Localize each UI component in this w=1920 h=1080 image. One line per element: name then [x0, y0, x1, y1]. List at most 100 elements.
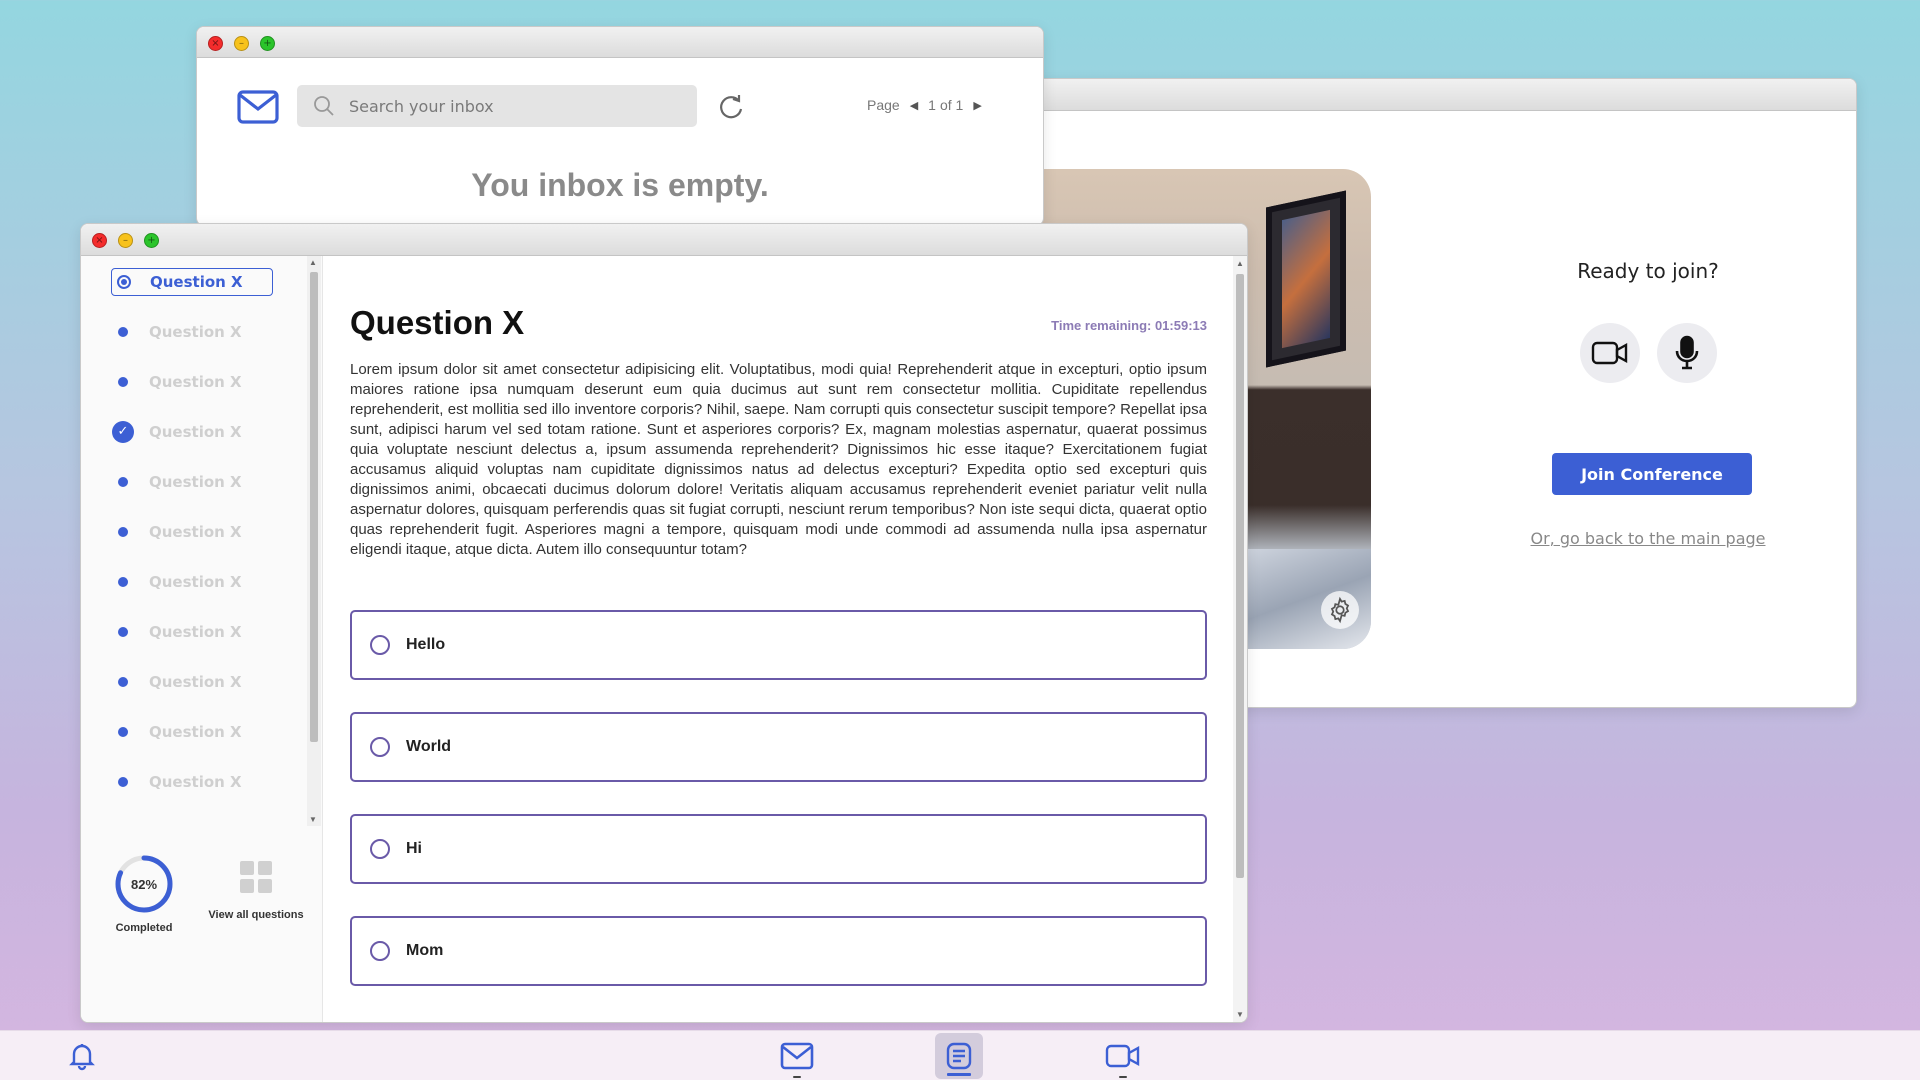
page-label: Page — [867, 97, 900, 113]
sidebar-scrollbar[interactable]: ▲ ▼ — [307, 256, 321, 826]
close-button[interactable]: × — [92, 233, 107, 248]
pending-dot-icon — [111, 377, 135, 387]
question-nav-item[interactable]: ✓ Question X — [111, 418, 281, 446]
current-question-icon — [112, 275, 136, 289]
gear-icon — [1330, 596, 1350, 624]
question-nav-label: Question X — [149, 473, 242, 491]
empty-inbox-message: You inbox is empty. — [471, 167, 769, 203]
radio-button[interactable] — [370, 941, 390, 961]
prev-page-button[interactable]: ◀ — [910, 99, 918, 112]
video-camera-icon — [1591, 341, 1627, 365]
answer-option[interactable]: World — [350, 712, 1207, 782]
question-nav-label: Question X — [149, 523, 242, 541]
answer-option[interactable]: Mom — [350, 916, 1207, 986]
pending-dot-icon — [111, 527, 135, 537]
inbox-search[interactable] — [297, 85, 697, 127]
pending-dot-icon — [111, 327, 135, 337]
email-window: × – + Page ◀ 1 of 1 ▶ You — [196, 26, 1044, 226]
conference-titlebar[interactable] — [1006, 79, 1856, 111]
search-icon — [314, 96, 334, 116]
question-nav-label: Question X — [149, 373, 242, 391]
maximize-button[interactable]: + — [260, 36, 275, 51]
question-text: Lorem ipsum dolor sit amet consectetur a… — [350, 361, 1207, 558]
question-nav-item[interactable]: Question X — [111, 468, 281, 496]
envelope-icon — [237, 90, 279, 124]
radio-button[interactable] — [370, 737, 390, 757]
question-nav-label: Question X — [149, 623, 242, 641]
video-icon — [1105, 1044, 1140, 1068]
pending-dot-icon — [111, 727, 135, 737]
taskbar-mail[interactable] — [773, 1031, 821, 1080]
bell-icon — [69, 1044, 95, 1071]
question-sidebar: Question X Question X Question X ✓ Question … — [81, 256, 323, 1022]
answer-option-label: Mom — [406, 942, 444, 959]
minimize-button[interactable]: – — [234, 36, 249, 51]
question-nav-item[interactable]: Question X — [111, 568, 281, 596]
maximize-button[interactable]: + — [144, 233, 159, 248]
answer-option[interactable]: Hi — [350, 814, 1207, 884]
camera-settings-button[interactable] — [1321, 591, 1359, 629]
quiz-window: × – + Question X Question X Question X ✓ Que… — [80, 223, 1248, 1023]
join-conference-button[interactable]: Join Conference — [1552, 453, 1752, 495]
pagination: Page ◀ 1 of 1 ▶ — [867, 97, 982, 113]
media-toggles — [1340, 323, 1856, 383]
radio-button[interactable] — [370, 635, 390, 655]
question-nav-label: Question X — [149, 673, 242, 691]
question-nav-item[interactable]: Question X — [111, 318, 281, 346]
join-panel: Ready to join? Join Conference Or, go ba… — [1456, 259, 1856, 548]
question-title: Question X — [350, 304, 525, 341]
camera-toggle-button[interactable] — [1579, 323, 1640, 383]
answer-option-label: World — [406, 738, 452, 755]
progress-percent: 82% — [130, 876, 158, 892]
question-scrollbar[interactable]: ▲ ▼ — [1233, 256, 1247, 1022]
microphone-icon — [1675, 335, 1698, 370]
answer-options: Hello World Hi Mom — [350, 610, 1207, 1018]
check-icon: ✓ — [111, 421, 135, 443]
view-all-label: View all questions — [208, 909, 304, 921]
email-toolbar: Page ◀ 1 of 1 ▶ — [197, 85, 1043, 131]
pending-dot-icon — [111, 577, 135, 587]
minimize-button[interactable]: – — [118, 233, 133, 248]
question-list: Question X Question X Question X ✓ Question … — [111, 268, 281, 818]
next-page-button[interactable]: ▶ — [973, 99, 981, 112]
answer-option-label: Hi — [406, 840, 422, 857]
page-current: 1 — [928, 97, 936, 113]
refresh-button[interactable] — [717, 93, 745, 126]
search-input[interactable] — [349, 85, 679, 127]
grid-icon — [240, 861, 272, 893]
question-nav-item[interactable]: Question X — [111, 618, 281, 646]
mail-logo — [237, 89, 279, 130]
email-titlebar[interactable]: × – + — [197, 27, 1043, 58]
taskbar-notifications[interactable] — [58, 1031, 106, 1080]
back-to-main-link[interactable]: Or, go back to the main page — [1340, 529, 1856, 548]
view-all-questions-button[interactable]: View all questions — [201, 861, 311, 921]
progress-indicator: 82% Completed — [109, 854, 179, 934]
question-nav-item[interactable]: Question X — [111, 518, 281, 546]
answer-option[interactable]: Hello — [350, 610, 1207, 680]
document-icon — [946, 1042, 972, 1070]
quiz-titlebar[interactable]: × – + — [81, 224, 1247, 256]
question-nav-label: Question X — [149, 723, 242, 741]
taskbar — [0, 1030, 1920, 1080]
mail-icon — [780, 1042, 814, 1070]
pending-dot-icon — [111, 677, 135, 687]
close-button[interactable]: × — [208, 36, 223, 51]
question-nav-label: Question X — [149, 423, 242, 441]
radio-button[interactable] — [370, 839, 390, 859]
question-panel: Question X Time remaining: 01:59:13 Lore… — [324, 256, 1233, 1022]
microphone-toggle-button[interactable] — [1656, 323, 1717, 383]
question-nav-item[interactable]: Question X — [111, 668, 281, 696]
question-nav-label: Question X — [149, 773, 242, 791]
pending-dot-icon — [111, 777, 135, 787]
ready-heading: Ready to join? — [1577, 259, 1719, 283]
question-nav-item[interactable]: Question X — [111, 368, 281, 396]
question-nav-label: Question X — [150, 273, 243, 291]
taskbar-quiz[interactable] — [935, 1033, 983, 1079]
question-nav-label: Question X — [149, 323, 242, 341]
question-nav-item[interactable]: Question X — [111, 768, 281, 796]
taskbar-conference[interactable] — [1099, 1031, 1147, 1080]
question-nav-item[interactable]: Question X — [111, 718, 281, 746]
pending-dot-icon — [111, 627, 135, 637]
question-nav-item[interactable]: Question X — [111, 268, 273, 296]
question-nav-label: Question X — [149, 573, 242, 591]
